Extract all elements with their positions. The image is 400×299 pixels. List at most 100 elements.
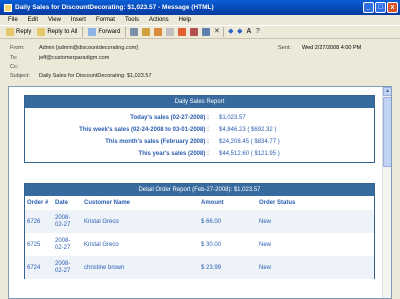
menu-format[interactable]: Format <box>91 17 120 23</box>
maximize-button[interactable]: □ <box>375 2 386 13</box>
rules-icon[interactable] <box>178 28 187 36</box>
daily-sales-report: Daily Sales Report Today's sales (02-27-… <box>24 95 375 163</box>
order-amount: $ 66.00 <box>201 218 222 225</box>
sent-value: Wed 2/27/2008 4:00 PM <box>302 45 362 51</box>
order-amount: $ 23.99 <box>201 264 222 271</box>
delete-icon[interactable]: ✕ <box>212 28 221 36</box>
from-label: From: <box>10 45 25 51</box>
sent-label: Sent: <box>278 45 291 51</box>
sent-row: Sent: Wed 2/27/2008 4:00 PM <box>278 45 361 51</box>
menu-file[interactable]: File <box>3 17 23 23</box>
order-report: Detail Order Report (Feb-27-2008): $1,02… <box>24 183 375 279</box>
column-amount: Amount <box>201 200 224 206</box>
column-date: Date <box>55 200 69 206</box>
previous-item-icon[interactable]: ◆ <box>226 28 235 36</box>
reply-button[interactable]: Reply <box>3 26 34 38</box>
toolbar-divider <box>223 27 225 37</box>
order-number[interactable]: 6726 <box>27 219 55 225</box>
message-body[interactable]: Daily Sales Report Today's sales (02-27-… <box>8 86 392 299</box>
customer-name[interactable]: Kristal Greco <box>84 242 201 248</box>
order-table-header: Order # Date Customer Name Amount Order … <box>25 196 374 210</box>
sales-row: This week's sales (02-24-2008 to 03-01-2… <box>25 124 374 136</box>
reply-icon <box>6 28 14 36</box>
column-customer: Customer Name <box>84 200 131 206</box>
reply-label: Reply <box>16 29 32 35</box>
scroll-up-icon[interactable]: ▲ <box>383 87 391 96</box>
flag-icon[interactable] <box>154 28 163 36</box>
table-row: 6725 2008- 02-27 Kristal Greco $ 30.00 Ne… <box>25 233 374 256</box>
menu-help[interactable]: Help <box>174 17 196 23</box>
column-order: Order # <box>27 200 49 206</box>
menu-actions[interactable]: Actions <box>144 17 174 23</box>
font-size-icon[interactable]: A <box>244 28 253 36</box>
sales-value: $24,208.45 ( $834.77 ) <box>219 139 280 145</box>
save-icon[interactable] <box>142 28 151 36</box>
column-status: Order Status <box>259 200 296 206</box>
junk-icon[interactable] <box>190 28 199 36</box>
cc-row: Cc: <box>10 64 39 70</box>
sales-label: This year's sales (2008) : <box>138 151 209 157</box>
sales-summary: Today's sales (02-27-2008) : $1,023.57 T… <box>25 108 374 162</box>
sales-row: Today's sales (02-27-2008) : $1,023.57 <box>25 112 374 124</box>
subject-row: Subject: Daily Sales for DiscountDecorat… <box>10 73 152 79</box>
order-number[interactable]: 6724 <box>27 265 55 271</box>
cc-label: Cc: <box>10 64 19 70</box>
order-amount: $ 30.00 <box>201 241 222 248</box>
menu-tools[interactable]: Tools <box>120 17 144 23</box>
menu-edit[interactable]: Edit <box>23 17 43 23</box>
message-icon <box>4 3 12 12</box>
to-row: To: jeff@customerparadigm.com <box>10 55 109 61</box>
forward-button[interactable]: Forward <box>85 26 123 38</box>
sales-label: Today's sales (02-27-2008) : <box>130 115 209 121</box>
menu-view[interactable]: View <box>43 17 66 23</box>
to-value[interactable]: jeff@customerparadigm.com <box>39 55 109 61</box>
subject-label: Subject: <box>10 73 30 79</box>
order-date: 2008- 02-27 <box>55 214 71 228</box>
sales-value: $4,846.23 ( $692.32 ) <box>219 127 277 133</box>
find-icon[interactable] <box>202 28 211 36</box>
order-status: New <box>259 264 272 271</box>
order-status: New <box>259 218 272 225</box>
sales-row: This year's sales (2008) : $44,512.60 ( … <box>25 148 374 160</box>
print-icon[interactable] <box>130 28 139 36</box>
message-header: From: Admin [admin@discountdecorating.co… <box>0 40 400 83</box>
customer-name[interactable]: christine brown <box>84 265 201 271</box>
order-date: 2008- 02-27 <box>55 260 71 274</box>
menu-insert[interactable]: Insert <box>66 17 91 23</box>
reply-all-icon <box>37 28 46 36</box>
sales-label: This week's sales (02-24-2008 to 03-01-2… <box>79 127 209 133</box>
to-label: To: <box>10 55 18 61</box>
sales-value: $1,023.57 <box>219 115 246 121</box>
sales-label: This month's sales (February 2008) : <box>105 139 209 145</box>
sales-row: This month's sales (February 2008) : $24… <box>25 136 374 148</box>
window-title: Daily Sales for DiscountDecorating: $1,0… <box>15 4 214 11</box>
menu-bar: File Edit View Insert Format Tools Actio… <box>0 15 400 25</box>
title-bar: Daily Sales for DiscountDecorating: $1,0… <box>0 0 400 15</box>
daily-sales-title: Daily Sales Report <box>25 96 374 108</box>
from-row: From: Admin [admin@discountdecorating.co… <box>10 45 138 51</box>
table-row: 6726 2008- 02-27 Kristal Greco $ 66.00 Ne… <box>25 210 374 233</box>
order-status: New <box>259 241 272 248</box>
sales-value: $44,512.60 ( $121.95 ) <box>219 151 280 157</box>
scroll-thumb[interactable] <box>383 97 391 167</box>
order-report-title: Detail Order Report (Feb-27-2008): $1,02… <box>25 184 374 196</box>
reply-all-label: Reply to All <box>47 29 78 35</box>
toolbar: Reply Reply to All Forward ✕ ◆ ◆ A ? <box>0 25 400 39</box>
toolbar-divider <box>125 27 127 37</box>
order-date: 2008- 02-27 <box>55 237 71 251</box>
vertical-scrollbar[interactable]: ▲ <box>382 87 391 298</box>
reply-all-button[interactable]: Reply to All <box>34 26 80 38</box>
help-icon[interactable]: ? <box>253 28 262 36</box>
minimize-button[interactable]: _ <box>363 2 374 13</box>
next-item-icon[interactable]: ◆ <box>235 28 244 36</box>
order-number[interactable]: 6725 <box>27 242 55 248</box>
from-value[interactable]: Admin [admin@discountdecorating.com] <box>39 45 138 51</box>
forward-label: Forward <box>98 29 121 35</box>
subject-value: Daily Sales for DiscountDecorating: $1,0… <box>39 73 152 79</box>
customer-name[interactable]: Kristal Greco <box>84 219 201 225</box>
table-row: 6724 2008- 02-27 christine brown $ 23.99 … <box>25 256 374 279</box>
toolbar-divider <box>82 27 84 37</box>
close-button[interactable]: x <box>387 2 398 13</box>
forward-icon <box>88 28 97 36</box>
categories-icon[interactable] <box>166 28 175 36</box>
